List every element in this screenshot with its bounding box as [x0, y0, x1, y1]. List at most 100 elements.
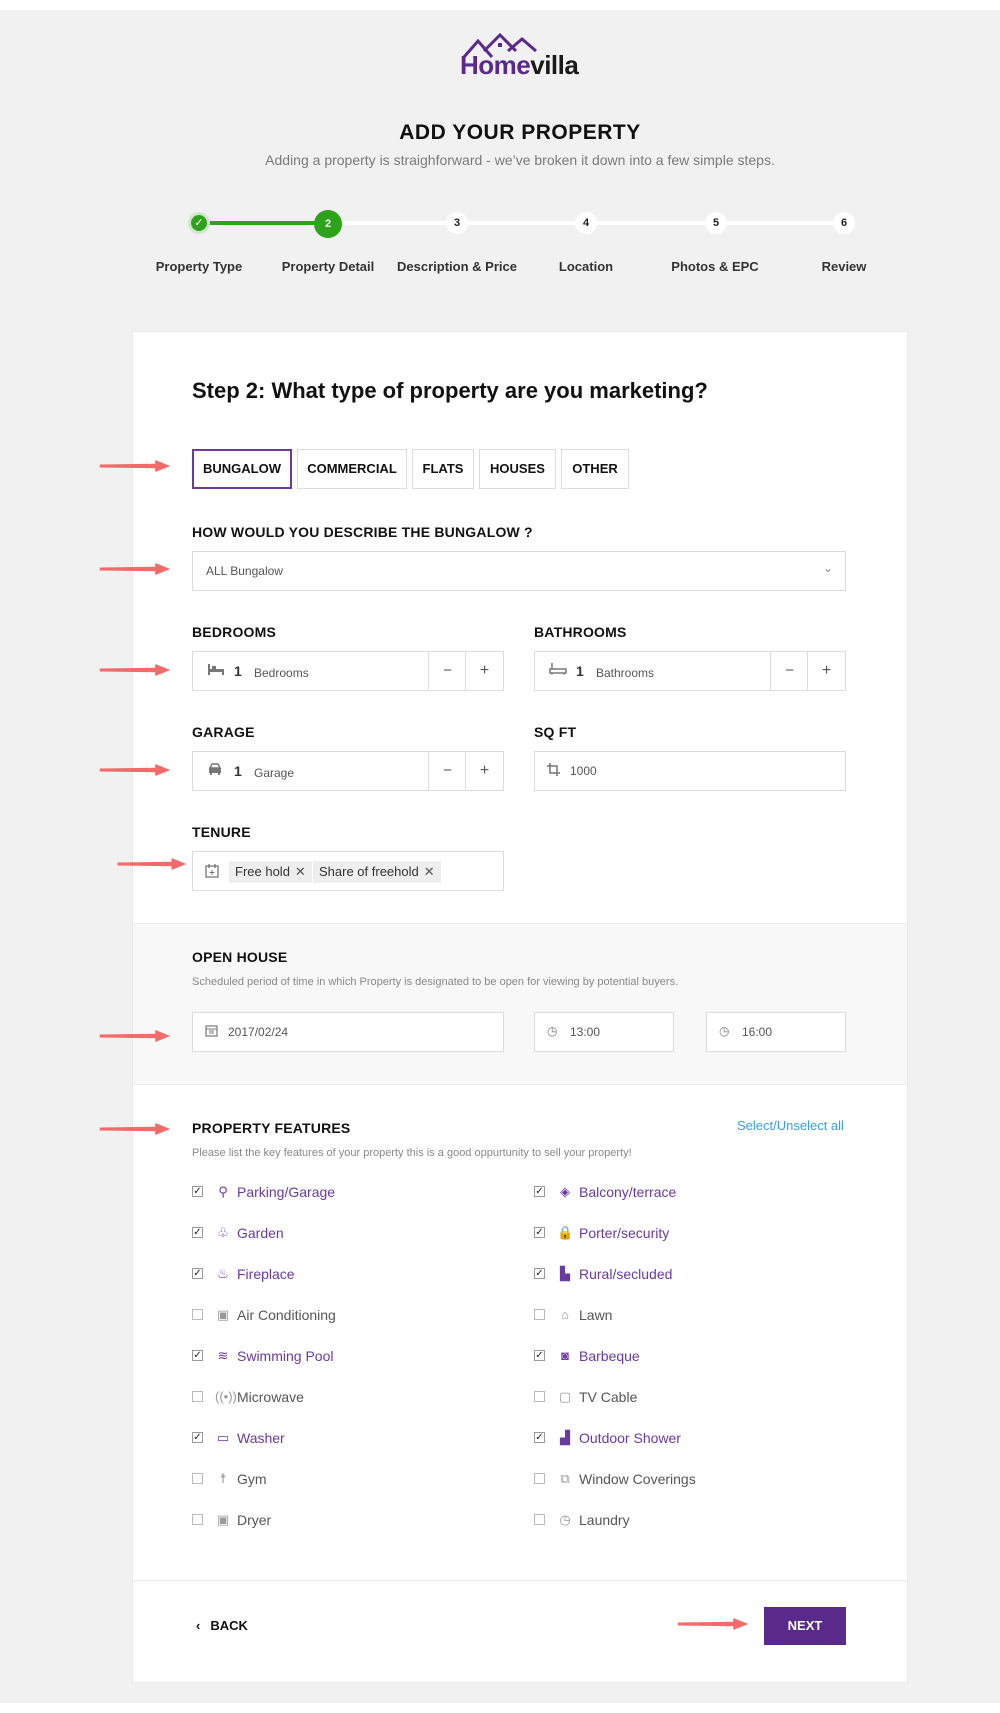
feature-label: Washer	[237, 1430, 285, 1446]
tab-flats[interactable]: FLATS	[412, 449, 474, 489]
step-6-dot[interactable]: 6	[833, 212, 855, 234]
open-house-section	[133, 923, 907, 1085]
building-icon: ▙	[560, 1266, 570, 1281]
feature-checkbox[interactable]: ✓	[192, 1350, 203, 1361]
garage-stepper[interactable]: 1 Garage − +	[192, 751, 504, 791]
feature-label: Lawn	[579, 1307, 613, 1323]
annotation-arrow-icon	[99, 1123, 171, 1135]
step-4-dot[interactable]: 4	[575, 212, 597, 234]
step-label-review: Review	[821, 259, 867, 274]
tab-other[interactable]: OTHER	[561, 449, 629, 489]
feature-checkbox[interactable]	[192, 1309, 203, 1320]
calendar-plus-icon	[205, 864, 219, 881]
feature-label: Air Conditioning	[237, 1307, 336, 1323]
tv-icon: ▢	[558, 1389, 572, 1404]
bedrooms-increment-button[interactable]: +	[465, 652, 503, 690]
tab-houses[interactable]: HOUSES	[479, 449, 556, 489]
open-house-end-time-input[interactable]: ◷ 16:00	[706, 1012, 846, 1052]
step-5-dot[interactable]: 5	[705, 212, 727, 234]
page-subtitle: Adding a property is straighforward - we…	[265, 152, 775, 168]
map-pin-icon: ⚲	[218, 1184, 228, 1199]
feature-label: Swimming Pool	[237, 1348, 334, 1364]
garage-unit: Garage	[254, 766, 295, 780]
annotation-arrow-icon	[99, 563, 171, 575]
air-conditioner-icon: ▣	[216, 1307, 230, 1322]
feature-checkbox[interactable]: ✓	[534, 1186, 545, 1197]
tab-bungalow[interactable]: BUNGALOW	[192, 449, 292, 489]
tenure-tag-free-hold[interactable]: Free hold ✕	[229, 861, 312, 883]
dryer-icon: ▣	[216, 1512, 230, 1527]
crop-icon	[547, 763, 560, 779]
feature-checkbox[interactable]: ✓	[534, 1350, 545, 1361]
feature-label: Window Coverings	[579, 1471, 696, 1487]
feature-checkbox[interactable]	[534, 1514, 545, 1525]
feature-checkbox[interactable]	[534, 1473, 545, 1484]
bathrooms-increment-button[interactable]: +	[807, 652, 845, 690]
feature-checkbox[interactable]: ✓	[192, 1186, 203, 1197]
annotation-arrow-icon	[99, 460, 171, 472]
feature-checkbox[interactable]: ✓	[534, 1432, 545, 1443]
logo-text: Homevilla	[460, 50, 579, 80]
feature-checkbox[interactable]: ✓	[534, 1268, 545, 1279]
chevron-down-icon: ⌄	[822, 561, 833, 575]
bathrooms-label: BATHROOMS	[534, 624, 627, 640]
sqft-input[interactable]: 1000	[534, 751, 846, 791]
tenure-tag-share-of-freehold[interactable]: Share of freehold ✕	[313, 861, 441, 883]
feature-label: Microwave	[237, 1389, 304, 1405]
feature-checkbox[interactable]	[192, 1473, 203, 1484]
tag-label: Free hold	[235, 864, 290, 879]
annotation-arrow-icon	[99, 1030, 171, 1042]
bedrooms-stepper[interactable]: 1 Bedrooms − +	[192, 651, 504, 691]
select-unselect-all-link[interactable]: Select/Unselect all	[737, 1118, 844, 1133]
feature-checkbox[interactable]: ✓	[192, 1227, 203, 1238]
clock-icon: ◷	[547, 1024, 558, 1038]
annotation-arrow-icon	[99, 664, 171, 676]
open-house-date-input[interactable]: 2017/02/24	[192, 1012, 504, 1052]
tenure-label: TENURE	[192, 824, 251, 840]
feature-checkbox[interactable]	[192, 1514, 203, 1525]
washer-icon: ▭	[216, 1430, 230, 1445]
step-2-dot[interactable]: 2	[314, 210, 342, 238]
feature-checkbox[interactable]	[534, 1391, 545, 1402]
tab-commercial[interactable]: COMMERCIAL	[297, 449, 407, 489]
sqft-label: SQ FT	[534, 724, 577, 740]
bedrooms-unit: Bedrooms	[254, 666, 309, 680]
divider	[133, 1580, 907, 1581]
feature-checkbox[interactable]: ✓	[192, 1268, 203, 1279]
bathrooms-decrement-button[interactable]: −	[770, 652, 808, 690]
chevron-left-icon: ‹	[196, 1618, 201, 1633]
annotation-arrow-icon	[117, 858, 187, 870]
open-house-date-value: 2017/02/24	[228, 1025, 289, 1039]
bed-icon	[207, 662, 225, 680]
next-button[interactable]: NEXT	[764, 1607, 846, 1645]
bedrooms-decrement-button[interactable]: −	[428, 652, 466, 690]
garage-label: GARAGE	[192, 724, 255, 740]
open-house-start-time-input[interactable]: ◷ 13:00	[534, 1012, 674, 1052]
remove-tag-icon[interactable]: ✕	[424, 864, 435, 879]
garage-increment-button[interactable]: +	[465, 752, 503, 790]
clock-icon: ◷	[719, 1024, 730, 1038]
back-label: BACK	[210, 1618, 248, 1633]
feature-label: Rural/secluded	[579, 1266, 673, 1282]
step-1-dot[interactable]: ✓	[188, 212, 210, 234]
bedrooms-value: 1	[234, 663, 242, 679]
feature-checkbox[interactable]: ✓	[192, 1432, 203, 1443]
feature-label: Laundry	[579, 1512, 630, 1528]
remove-tag-icon[interactable]: ✕	[295, 864, 306, 879]
bathrooms-unit: Bathrooms	[596, 666, 655, 680]
feature-checkbox[interactable]	[534, 1309, 545, 1320]
pool-icon: ≋	[217, 1348, 229, 1363]
layers-icon: ◈	[560, 1184, 570, 1199]
garage-value: 1	[234, 763, 242, 779]
feature-checkbox[interactable]	[192, 1391, 203, 1402]
describe-select[interactable]: ALL Bungalow ⌄	[192, 551, 846, 591]
step-3-dot[interactable]: 3	[446, 212, 468, 234]
step-heading: Step 2: What type of property are you ma…	[192, 378, 708, 403]
garage-decrement-button[interactable]: −	[428, 752, 466, 790]
check-icon: ✓	[194, 217, 204, 229]
back-button[interactable]: ‹ BACK	[196, 1618, 248, 1633]
open-house-description: Scheduled period of time in which Proper…	[192, 976, 679, 988]
bathrooms-stepper[interactable]: 1 Bathrooms − +	[534, 651, 846, 691]
feature-checkbox[interactable]: ✓	[534, 1227, 545, 1238]
feature-label: TV Cable	[579, 1389, 638, 1405]
